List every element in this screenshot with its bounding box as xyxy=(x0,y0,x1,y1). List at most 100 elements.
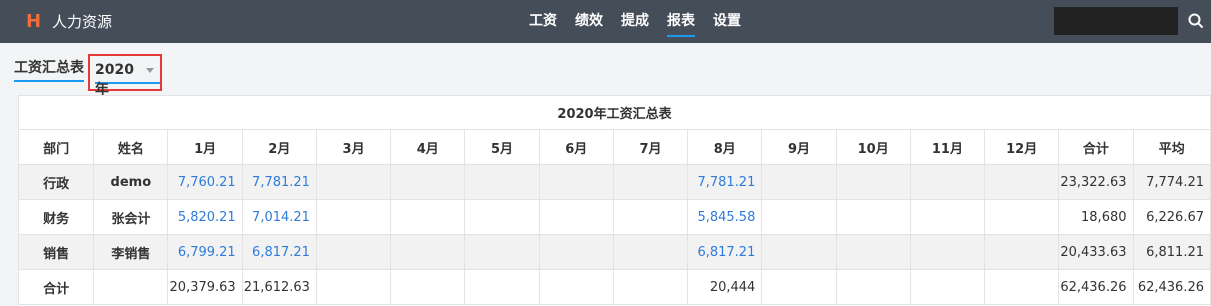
year-dropdown[interactable]: 2020年 xyxy=(95,60,160,98)
salary-link[interactable]: 6,817.21 xyxy=(241,234,317,270)
salary-cell xyxy=(984,199,1060,235)
salary-cell xyxy=(390,234,466,270)
year-select[interactable]: 2020年 xyxy=(88,54,162,98)
empty-cell xyxy=(464,269,540,305)
empty-cell xyxy=(315,269,392,305)
search-input[interactable] xyxy=(1054,7,1178,35)
col-header: 部门 xyxy=(18,129,95,165)
page-title: 工资汇总表 xyxy=(14,58,84,82)
salary-cell xyxy=(390,164,466,200)
chevron-down-icon xyxy=(146,68,154,73)
table-row: 行政 demo 7,760.21 7,781.21 7,781.21 23,32… xyxy=(18,164,1211,200)
empty-cell xyxy=(538,269,614,305)
salary-cell xyxy=(464,199,540,235)
nav-item-commission[interactable]: 提成 xyxy=(621,0,649,43)
salary-summary-table: 2020年工资汇总表 部门 姓名 1月 2月 3月 4月 5月 6月 7月 8月… xyxy=(18,95,1211,306)
salary-cell xyxy=(612,164,689,200)
summary-average-cell: 62,436.26 xyxy=(1132,269,1211,305)
summary-row: 合计 20,379.63 21,612.63 20,444 62,436.26 … xyxy=(18,269,1211,305)
salary-cell xyxy=(909,164,986,200)
salary-cell xyxy=(538,234,614,270)
salary-link[interactable]: 7,014.21 xyxy=(241,199,317,235)
table-row: 财务 张会计 5,820.21 7,014.21 5,845.58 18,680… xyxy=(18,199,1211,235)
col-header: 2月 xyxy=(241,129,317,165)
col-header: 7月 xyxy=(612,129,689,165)
empty-cell xyxy=(984,269,1060,305)
salary-link[interactable]: 6,799.21 xyxy=(167,234,243,270)
nav-item-settings[interactable]: 设置 xyxy=(713,0,741,43)
salary-cell xyxy=(835,199,911,235)
salary-cell xyxy=(612,199,689,235)
col-header: 12月 xyxy=(984,129,1060,165)
col-header: 9月 xyxy=(761,129,837,165)
col-header: 合计 xyxy=(1058,129,1134,165)
empty-cell xyxy=(390,269,466,305)
dept-cell: 销售 xyxy=(18,234,95,270)
header-row: 部门 姓名 1月 2月 3月 4月 5月 6月 7月 8月 9月 10月 11月… xyxy=(18,129,1211,165)
total-cell: 18,680 xyxy=(1058,199,1134,235)
average-cell: 7,774.21 xyxy=(1132,164,1211,200)
salary-cell xyxy=(984,164,1060,200)
brand-logo: H xyxy=(26,10,42,32)
name-cell: 张会计 xyxy=(93,199,169,235)
salary-cell xyxy=(761,234,837,270)
app-name: 人力资源 xyxy=(52,12,113,31)
search-button[interactable] xyxy=(1180,7,1211,35)
title-row: 工资汇总表 xyxy=(14,58,84,82)
search-icon xyxy=(1188,13,1203,29)
salary-link[interactable]: 7,781.21 xyxy=(241,164,317,200)
nav-item-reports[interactable]: 报表 xyxy=(667,0,695,43)
col-header: 5月 xyxy=(464,129,540,165)
salary-link[interactable]: 7,781.21 xyxy=(687,164,763,200)
summary-total-cell: 62,436.26 xyxy=(1058,269,1134,305)
summary-cell: 20,444 xyxy=(687,269,763,305)
col-header: 6月 xyxy=(538,129,614,165)
nav-item-performance[interactable]: 绩效 xyxy=(575,0,603,43)
salary-cell xyxy=(835,234,911,270)
summary-label: 合计 xyxy=(18,269,95,305)
col-header: 4月 xyxy=(390,129,466,165)
name-cell: 李销售 xyxy=(93,234,169,270)
salary-cell xyxy=(612,234,689,270)
total-cell: 23,322.63 xyxy=(1058,164,1134,200)
empty-cell xyxy=(93,269,169,305)
salary-link[interactable]: 7,760.21 xyxy=(167,164,243,200)
salary-cell xyxy=(315,164,392,200)
salary-cell xyxy=(761,164,837,200)
summary-cell: 20,379.63 xyxy=(167,269,243,305)
average-cell: 6,811.21 xyxy=(1132,234,1211,270)
table-caption: 2020年工资汇总表 xyxy=(18,95,1211,130)
top-navbar: H 人力资源 工资 绩效 提成 报表 设置 xyxy=(0,0,1211,43)
col-header: 8月 xyxy=(687,129,763,165)
average-cell: 6,226.67 xyxy=(1132,199,1211,235)
name-cell: demo xyxy=(93,164,169,200)
year-value: 2020年 xyxy=(95,62,134,98)
salary-cell xyxy=(538,199,614,235)
salary-cell xyxy=(909,234,986,270)
salary-cell xyxy=(538,164,614,200)
salary-cell xyxy=(761,199,837,235)
salary-cell xyxy=(835,164,911,200)
empty-cell xyxy=(761,269,837,305)
empty-cell xyxy=(612,269,689,305)
salary-cell xyxy=(315,234,392,270)
salary-link[interactable]: 5,845.58 xyxy=(687,199,763,235)
brand[interactable]: H 人力资源 xyxy=(26,9,112,33)
col-header: 10月 xyxy=(835,129,911,165)
salary-cell xyxy=(464,164,540,200)
salary-link[interactable]: 5,820.21 xyxy=(167,199,243,235)
main-nav: 工资 绩效 提成 报表 设置 xyxy=(520,0,750,43)
empty-cell xyxy=(835,269,911,305)
col-header: 姓名 xyxy=(93,129,169,165)
summary-cell: 21,612.63 xyxy=(241,269,317,305)
dept-cell: 财务 xyxy=(18,199,95,235)
salary-cell xyxy=(984,234,1060,270)
empty-cell xyxy=(909,269,986,305)
nav-item-salary[interactable]: 工资 xyxy=(529,0,557,43)
col-header: 1月 xyxy=(167,129,243,165)
salary-cell xyxy=(315,199,392,235)
salary-cell xyxy=(909,199,986,235)
salary-cell xyxy=(464,234,540,270)
salary-link[interactable]: 6,817.21 xyxy=(687,234,763,270)
col-header: 11月 xyxy=(909,129,986,165)
